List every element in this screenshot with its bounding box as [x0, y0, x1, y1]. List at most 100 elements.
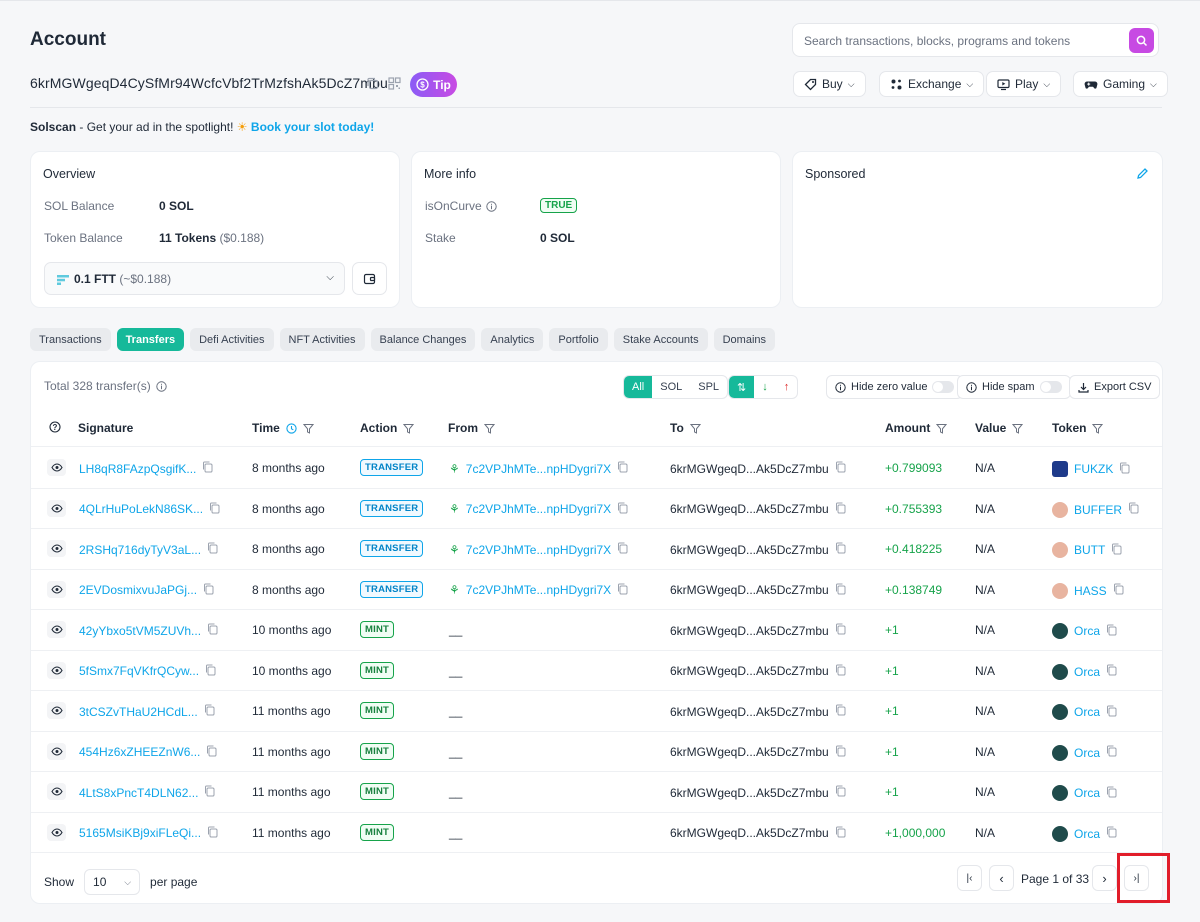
qr-code-icon[interactable] [388, 77, 401, 90]
hide-zero-toggle[interactable]: Hide zero value [826, 375, 964, 399]
filter-icon[interactable] [1012, 423, 1024, 434]
tab-defi-activities[interactable]: Defi Activities [190, 328, 274, 351]
col-amount[interactable]: Amount [885, 421, 948, 435]
token-link[interactable]: HASS [1074, 584, 1107, 598]
signature-link[interactable]: LH8qR8FAzpQsgifK... [79, 462, 196, 476]
copy-icon[interactable] [204, 704, 215, 719]
eye-icon[interactable] [47, 499, 66, 517]
token-link[interactable]: BUFFER [1074, 503, 1122, 517]
filter-icon[interactable] [1092, 423, 1104, 434]
eye-icon[interactable] [47, 702, 66, 719]
wallet-button[interactable] [352, 262, 387, 295]
token-link[interactable]: Orca [1074, 705, 1100, 719]
tab-transactions[interactable]: Transactions [30, 328, 111, 351]
col-from[interactable]: From [448, 421, 495, 435]
tab-analytics[interactable]: Analytics [481, 328, 544, 351]
tab-transfers[interactable]: Transfers [116, 328, 185, 351]
copy-icon[interactable] [835, 502, 846, 517]
signature-link[interactable]: 4QLrHuPoLekN86SK... [79, 502, 203, 516]
copy-icon[interactable] [835, 542, 846, 557]
copy-icon[interactable] [204, 785, 215, 800]
col-action[interactable]: Action [360, 421, 415, 435]
copy-icon[interactable] [205, 664, 216, 679]
copy-icon[interactable] [1119, 462, 1130, 477]
eye-icon[interactable] [47, 661, 66, 679]
prev-page-button[interactable]: ‹ [989, 865, 1014, 891]
copy-icon[interactable] [1113, 583, 1124, 598]
tab-stake-accounts[interactable]: Stake Accounts [613, 328, 708, 351]
filter-spl[interactable]: SPL [690, 376, 727, 398]
gaming-menu[interactable]: Gaming ⌵ [1073, 71, 1168, 97]
filter-incoming[interactable]: ↓ [754, 376, 776, 398]
from-address-link[interactable]: 7c2VPJhMTe...npHDygri7X [466, 583, 611, 597]
token-link[interactable]: FUKZK [1074, 462, 1113, 476]
eye-icon[interactable] [47, 580, 66, 598]
signature-link[interactable]: 42yYbxo5tVM5ZUVh... [79, 624, 201, 638]
per-page-select[interactable]: 10 ⌵ [84, 869, 141, 895]
token-link[interactable]: Orca [1074, 624, 1100, 638]
edit-pencil-icon[interactable] [1136, 167, 1149, 183]
tab-portfolio[interactable]: Portfolio [549, 328, 608, 351]
filter-icon[interactable] [302, 423, 314, 434]
eye-icon[interactable] [47, 459, 66, 476]
copy-icon[interactable] [207, 623, 218, 638]
copy-icon[interactable] [1111, 543, 1122, 558]
filter-icon[interactable] [403, 423, 415, 434]
copy-icon[interactable] [835, 745, 846, 760]
promo-link[interactable]: Book your slot today! [251, 120, 374, 134]
filter-icon[interactable] [689, 423, 701, 434]
tab-nft-activities[interactable]: NFT Activities [279, 328, 365, 351]
clock-icon[interactable] [286, 422, 297, 434]
copy-icon[interactable] [203, 583, 214, 598]
eye-icon[interactable] [47, 783, 66, 800]
copy-icon[interactable] [617, 461, 628, 476]
filter-icon[interactable] [936, 423, 948, 434]
signature-link[interactable]: 454Hz6xZHEEZnW6... [79, 745, 200, 759]
tip-button[interactable]: $ Tip [410, 72, 457, 97]
col-time[interactable]: Time [252, 421, 314, 435]
search-box[interactable]: Search transactions, blocks, programs an… [792, 23, 1159, 57]
toggle-switch[interactable] [932, 381, 955, 393]
eye-icon[interactable] [47, 823, 66, 841]
signature-link[interactable]: 2EVDosmixvuJaPGj... [79, 583, 197, 597]
signature-link[interactable]: 3tCSZvTHaU2HCdL... [79, 705, 198, 719]
first-page-button[interactable]: |‹ [957, 865, 982, 891]
copy-icon[interactable] [835, 623, 846, 638]
copy-icon[interactable] [835, 785, 846, 800]
from-address-link[interactable]: 7c2VPJhMTe...npHDygri7X [466, 462, 611, 476]
copy-icon[interactable] [206, 745, 217, 760]
token-link[interactable]: BUTT [1074, 543, 1105, 557]
buy-menu[interactable]: Buy ⌵ [793, 71, 866, 97]
copy-icon[interactable] [1106, 664, 1117, 679]
token-link[interactable]: Orca [1074, 665, 1100, 679]
search-input[interactable]: Search transactions, blocks, programs an… [804, 34, 1070, 48]
search-button[interactable] [1129, 28, 1154, 53]
copy-icon[interactable] [202, 461, 213, 476]
from-address-link[interactable]: 7c2VPJhMTe...npHDygri7X [466, 543, 611, 557]
col-token[interactable]: Token [1052, 421, 1104, 435]
eye-icon[interactable] [47, 742, 66, 760]
next-page-button[interactable]: › [1092, 865, 1117, 891]
from-address-link[interactable]: 7c2VPJhMTe...npHDygri7X [466, 502, 611, 516]
col-to[interactable]: To [670, 421, 701, 435]
token-link[interactable]: Orca [1074, 786, 1100, 800]
eye-icon[interactable] [47, 621, 66, 638]
exchange-menu[interactable]: Exchange ⌵ [879, 71, 985, 97]
signature-link[interactable]: 2RSHq716dyTyV3aL... [79, 543, 201, 557]
col-value[interactable]: Value [975, 421, 1024, 435]
copy-icon[interactable] [617, 583, 628, 598]
filter-sol[interactable]: SOL [652, 376, 690, 398]
tab-domains[interactable]: Domains [713, 328, 776, 351]
copy-icon[interactable] [209, 502, 220, 517]
tab-balance-changes[interactable]: Balance Changes [370, 328, 476, 351]
copy-icon[interactable] [1106, 624, 1117, 639]
copy-icon[interactable] [1106, 826, 1117, 841]
copy-icon[interactable] [366, 77, 379, 90]
export-csv-button[interactable]: Export CSV [1069, 375, 1161, 399]
filter-icon[interactable] [484, 423, 495, 434]
filter-outgoing[interactable]: ↑ [776, 376, 797, 398]
copy-icon[interactable] [617, 542, 628, 557]
copy-icon[interactable] [835, 583, 846, 598]
toggle-switch[interactable] [1039, 381, 1062, 393]
hide-spam-toggle[interactable]: Hide spam [957, 375, 1071, 399]
